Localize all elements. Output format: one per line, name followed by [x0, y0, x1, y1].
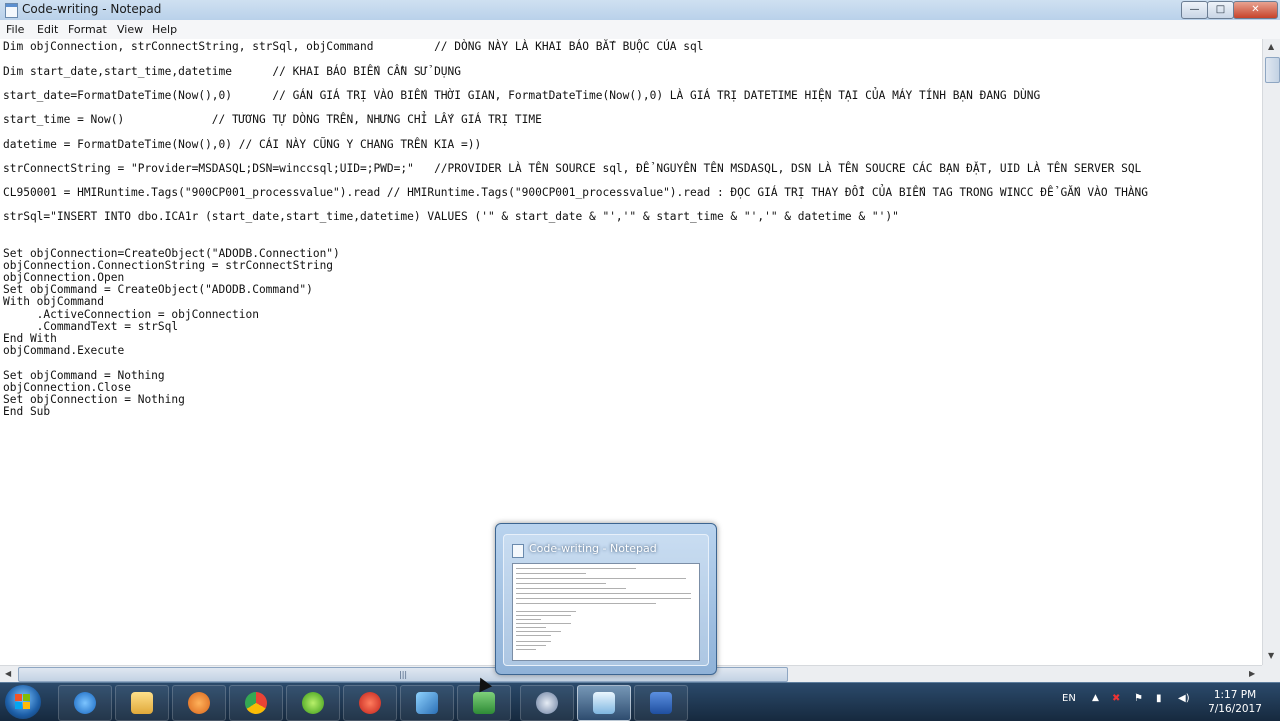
thumbnail-line	[516, 619, 541, 620]
media-player-icon	[188, 692, 210, 714]
thumbnail-line	[516, 578, 686, 579]
thumbnail-line	[516, 631, 561, 632]
notepad-icon	[593, 692, 615, 714]
thumbnail-line	[516, 623, 571, 624]
close-button[interactable]: ✕	[1233, 1, 1278, 19]
system-clock[interactable]: 1:17 PM 7/16/2017	[1200, 688, 1270, 716]
ccleaner-icon	[359, 692, 381, 714]
clock-time: 1:17 PM	[1213, 689, 1257, 701]
taskbar-notepad[interactable]	[577, 685, 631, 721]
taskbar: EN ▲ ✖ ⚑ ▮ ◀) 1:17 PM 7/16/2017	[0, 682, 1280, 721]
blue-app-icon	[416, 692, 438, 714]
code-line: datetime = FormatDateTime(Now(),0) // CÁ…	[3, 138, 482, 151]
word-icon	[650, 692, 672, 714]
scrollbar-corner	[1262, 665, 1280, 682]
signal-icon[interactable]: ▮	[1156, 693, 1162, 704]
vertical-scroll-thumb[interactable]	[1265, 57, 1280, 83]
thumbnail-line	[516, 635, 551, 636]
thumbnail-line	[516, 573, 586, 574]
thumbnail-line	[516, 615, 571, 616]
preview-thumbnail[interactable]	[512, 563, 700, 661]
taskbar-app-blue[interactable]	[400, 685, 454, 721]
chrome-icon	[245, 692, 267, 714]
menu-help[interactable]: Help	[152, 23, 177, 36]
thumbnail-line	[516, 603, 656, 604]
taskbar-app-gauge[interactable]	[520, 685, 574, 721]
code-line: With objCommand	[3, 295, 105, 308]
thumbnail-line	[516, 568, 636, 569]
folder-icon	[131, 692, 153, 714]
clock-date: 7/16/2017	[1208, 703, 1262, 715]
taskbar-internet-explorer[interactable]	[58, 685, 112, 721]
thumbnail-line	[516, 583, 606, 584]
scroll-right-icon[interactable]: ▶	[1249, 669, 1255, 678]
taskbar-word[interactable]	[634, 685, 688, 721]
code-line: End Sub	[3, 405, 51, 418]
taskbar-thumbnail-preview[interactable]: Code-writing - Notepad	[495, 523, 717, 675]
language-indicator[interactable]: EN	[1062, 693, 1076, 704]
title-bar[interactable]: Code-writing - Notepad — □ ✕	[0, 0, 1280, 21]
windows-logo-icon	[15, 694, 31, 709]
taskbar-file-explorer[interactable]	[115, 685, 169, 721]
notepad-icon	[5, 3, 18, 18]
spreadsheet-icon	[473, 692, 495, 714]
code-line: start_time = Now() // TƯƠNG TỰ DÒNG TRÊN…	[3, 113, 542, 126]
preview-title: Code-writing - Notepad	[529, 542, 657, 555]
code-line: objCommand.Execute	[3, 344, 125, 357]
code-line: Dim objConnection, strConnectString, str…	[3, 40, 704, 53]
taskbar-app-excel[interactable]	[457, 685, 511, 721]
code-line: start_date=FormatDateTime(Now(),0) // GÁ…	[3, 89, 1041, 102]
flag-icon[interactable]: ⚑	[1134, 693, 1143, 704]
scroll-up-icon[interactable]: ▲	[1268, 42, 1274, 51]
thumbnail-line	[516, 611, 576, 612]
menu-edit[interactable]: Edit	[37, 23, 58, 36]
thumbnail-line	[516, 649, 536, 650]
scroll-down-icon[interactable]: ▼	[1268, 651, 1274, 660]
menu-format[interactable]: Format	[68, 23, 107, 36]
thumbnail-line	[516, 593, 691, 594]
thumbnail-line	[516, 645, 546, 646]
grip-icon: |||	[399, 670, 408, 679]
menu-view[interactable]: View	[117, 23, 143, 36]
code-line: Dim start_date,start_time,datetime // KH…	[3, 65, 462, 78]
notepad-icon	[512, 544, 524, 558]
internet-explorer-icon	[74, 692, 96, 714]
taskbar-chrome[interactable]	[229, 685, 283, 721]
code-line: strSql="INSERT INTO dbo.ICA1r (start_dat…	[3, 210, 899, 223]
show-hidden-icons-icon[interactable]: ▲	[1092, 693, 1099, 703]
minimize-button[interactable]: —	[1181, 1, 1208, 19]
start-button[interactable]	[5, 685, 41, 719]
scroll-left-icon[interactable]: ◀	[5, 669, 11, 678]
maximize-button[interactable]: □	[1207, 1, 1234, 19]
menu-bar: File Edit Format View Help	[0, 20, 1280, 40]
thumbnail-line	[516, 641, 551, 642]
window-title: Code-writing - Notepad	[22, 2, 162, 16]
green-app-icon	[302, 692, 324, 714]
taskbar-ccleaner[interactable]	[343, 685, 397, 721]
thumbnail-line	[516, 627, 546, 628]
network-warning-icon[interactable]: ✖	[1112, 693, 1120, 704]
code-line: CL950001 = HMIRuntime.Tags("900CP001_pro…	[3, 186, 1149, 199]
gauge-icon	[536, 692, 558, 714]
vertical-scrollbar[interactable]: ▲ ▼	[1262, 39, 1280, 665]
preview-frame: Code-writing - Notepad	[503, 534, 709, 666]
taskbar-media-player[interactable]	[172, 685, 226, 721]
taskbar-app-green[interactable]	[286, 685, 340, 721]
volume-icon[interactable]: ◀)	[1178, 693, 1190, 704]
thumbnail-line	[516, 588, 626, 589]
code-line: strConnectString = "Provider=MSDASQL;DSN…	[3, 162, 1142, 175]
menu-file[interactable]: File	[6, 23, 24, 36]
thumbnail-line	[516, 598, 691, 599]
